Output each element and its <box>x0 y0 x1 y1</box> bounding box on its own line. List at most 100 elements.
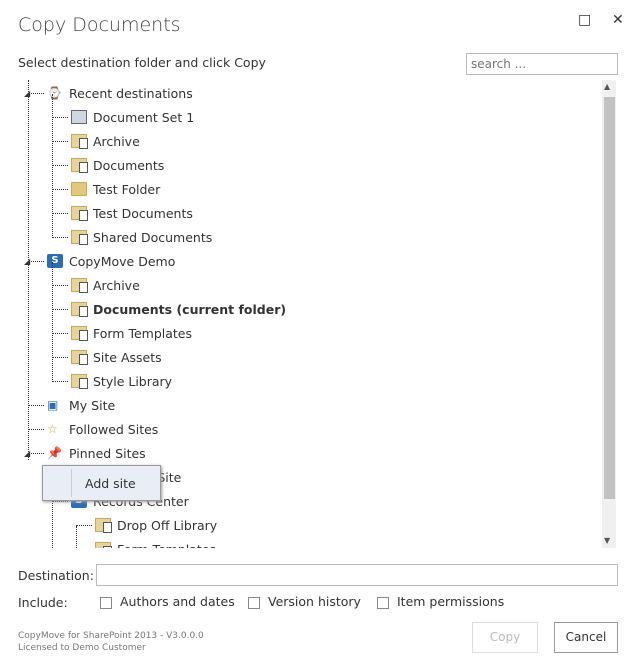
item-permissions-checkbox[interactable] <box>377 596 389 609</box>
tree-node-label: Site Assets <box>93 349 162 365</box>
tree-node[interactable]: ☆ Followed Sites <box>47 418 158 440</box>
tree-node[interactable]: S CopyMove Demo <box>47 250 175 272</box>
pin-icon: 📌 <box>47 446 62 460</box>
tree-connector <box>52 237 68 238</box>
library-icon <box>71 230 88 245</box>
library-icon <box>71 326 88 341</box>
dialog-title: Copy Documents <box>18 14 181 36</box>
tree-connector <box>52 381 68 382</box>
tree-node-label: Form Templates <box>93 325 193 341</box>
tree-node[interactable]: Drop Off Library <box>95 514 217 536</box>
tree-connector <box>52 141 68 142</box>
scroll-down-icon[interactable]: ▼ <box>604 536 610 545</box>
copy-button[interactable]: Copy <box>472 622 538 653</box>
tree-connector <box>28 80 29 460</box>
tree-node-label: Form Templates <box>117 542 216 549</box>
sharepoint-site-icon: S <box>47 254 63 268</box>
tree-connector <box>52 501 68 502</box>
instruction-text: Select destination folder and click Copy <box>18 55 266 70</box>
library-icon <box>71 350 88 365</box>
library-icon <box>71 374 88 389</box>
tree-node-label: Shared Documents <box>93 229 213 245</box>
option-label: Authors and dates <box>120 594 235 609</box>
scroll-up-icon[interactable]: ▲ <box>604 82 610 91</box>
authors-dates-checkbox[interactable] <box>100 596 112 609</box>
tree-connector <box>52 285 68 286</box>
tree-node-label: Test Documents <box>93 205 193 221</box>
tree-node-label: Documents <box>93 157 165 173</box>
option-label: Version history <box>268 594 361 609</box>
tree-connector <box>52 333 68 334</box>
option-label: Item permissions <box>397 594 505 609</box>
version-history-checkbox[interactable] <box>248 596 260 609</box>
tree-node-label: Document Set 1 <box>93 109 195 125</box>
tree-connector <box>52 165 68 166</box>
maximize-icon[interactable]: □ <box>578 12 591 28</box>
library-icon <box>71 278 88 293</box>
include-label: Include: <box>18 595 68 610</box>
tree-node-label: Pinned Sites <box>69 445 146 461</box>
tree-connector <box>52 189 68 190</box>
item-permissions-option[interactable]: Item permissions <box>377 594 504 609</box>
scrollbar-thumb[interactable] <box>604 97 615 499</box>
tree-connector <box>28 93 44 94</box>
tree-node[interactable]: Form Templates <box>95 538 216 548</box>
library-icon <box>95 518 112 533</box>
tree-node[interactable]: Documents (current folder) <box>71 298 286 320</box>
tree-node-label: My Site <box>69 397 116 413</box>
tree-node-label: Archive <box>93 133 140 149</box>
tree-node[interactable]: Archive <box>71 274 140 296</box>
tree-node[interactable]: ⌚ Recent destinations <box>47 82 193 104</box>
library-icon <box>71 158 88 173</box>
tree-node[interactable]: 📌 Pinned Sites <box>47 442 146 464</box>
tree-node[interactable]: Test Folder <box>71 178 160 200</box>
tree-connector <box>52 357 68 358</box>
tree-connector <box>52 117 68 118</box>
tree-connector <box>76 526 77 548</box>
star-icon: ☆ <box>47 422 58 436</box>
tree-node[interactable]: Document Set 1 <box>71 106 194 128</box>
version-history-option[interactable]: Version history <box>248 594 361 609</box>
library-icon <box>95 542 112 548</box>
authors-dates-option[interactable]: Authors and dates <box>100 594 235 609</box>
tree-node[interactable]: ▣ My Site <box>47 394 115 416</box>
tree-node-label: Followed Sites <box>69 421 159 437</box>
destination-label: Destination: <box>18 568 94 583</box>
tree-node-label: Drop Off Library <box>117 517 218 533</box>
tree-node-label: Archive <box>93 277 140 293</box>
tree-node[interactable]: Shared Documents <box>71 226 212 248</box>
tree-node-label: Documents (current folder) <box>93 301 287 317</box>
tree-connector <box>28 405 44 406</box>
tree-node[interactable]: Form Templates <box>71 322 192 344</box>
tree-node-label: Recent destinations <box>69 85 193 101</box>
close-icon[interactable]: ✕ <box>612 12 624 28</box>
folder-icon <box>71 182 87 196</box>
tree-node[interactable]: Archive <box>71 130 140 152</box>
context-menu-add-site[interactable]: Add site <box>42 465 161 501</box>
my-site-icon: ▣ <box>47 398 59 412</box>
document-set-icon <box>71 110 87 124</box>
cancel-button[interactable]: Cancel <box>554 622 618 653</box>
tree-node-label: Test Folder <box>93 181 161 197</box>
search-input[interactable] <box>466 53 618 75</box>
tree-node[interactable]: Documents <box>71 154 164 176</box>
product-version: CopyMove for SharePoint 2013 - V3.0.0.0 <box>18 631 204 641</box>
library-icon <box>71 302 88 317</box>
tree-node[interactable]: Site Assets <box>71 346 162 368</box>
tree-node-label: Style Library <box>93 373 173 389</box>
tree-connector <box>76 525 92 526</box>
library-icon <box>71 134 88 149</box>
library-icon <box>71 206 88 221</box>
tree-node[interactable]: Test Documents <box>71 202 193 224</box>
tree-connector <box>52 309 68 310</box>
recent-icon: ⌚ <box>47 86 62 100</box>
tree-connector <box>52 262 53 382</box>
tree-connector <box>52 213 68 214</box>
license-text: Licensed to Demo Customer <box>18 643 146 653</box>
tree-connector <box>28 429 44 430</box>
destination-input[interactable] <box>96 564 618 586</box>
tree-connector <box>52 94 53 238</box>
tree-node-label: CopyMove Demo <box>69 253 176 269</box>
tree-node[interactable]: Style Library <box>71 370 172 392</box>
tree-connector <box>28 261 44 262</box>
